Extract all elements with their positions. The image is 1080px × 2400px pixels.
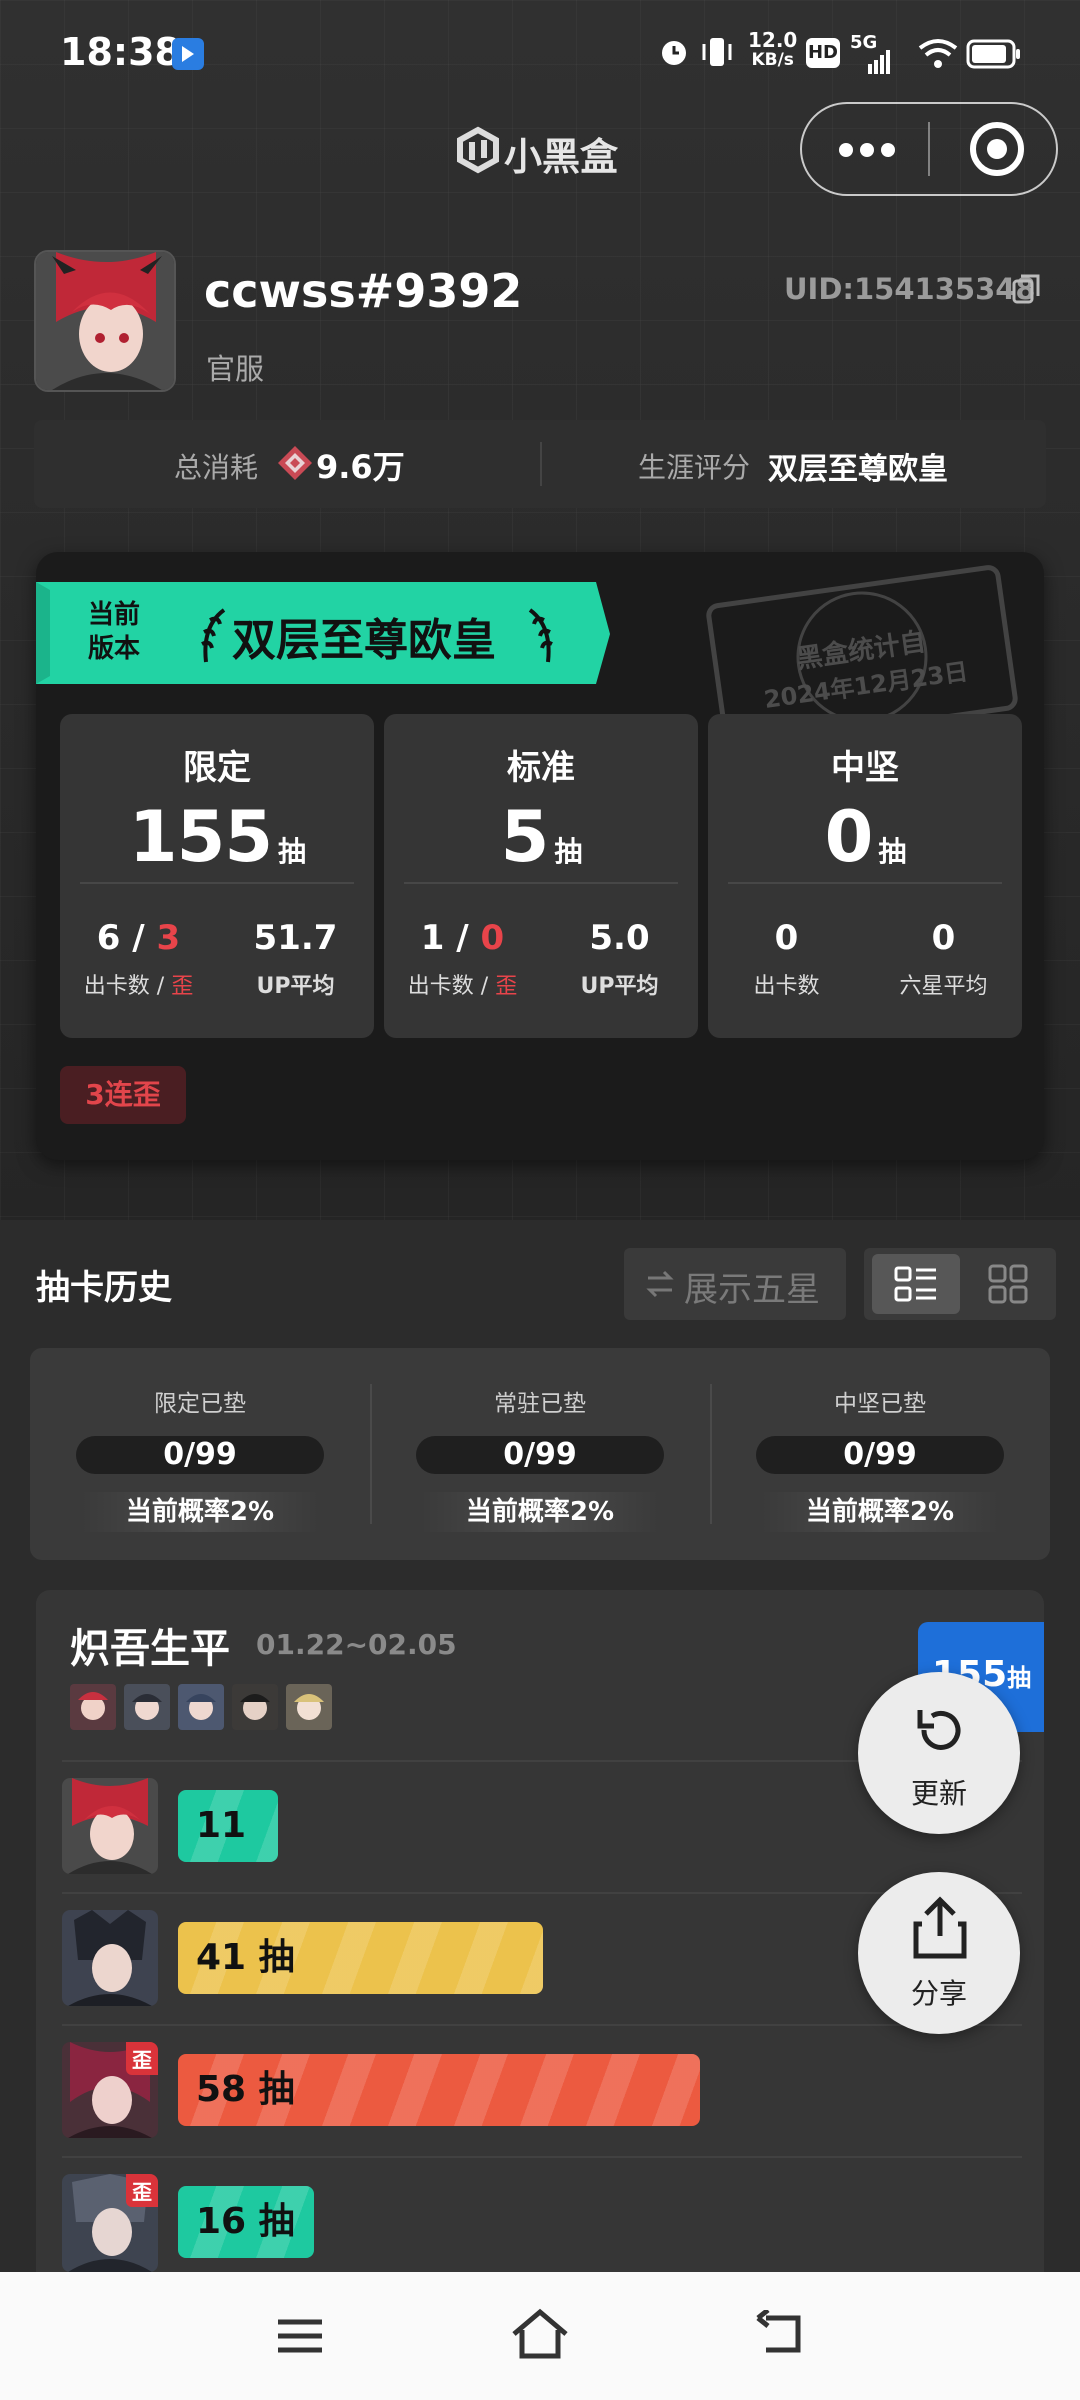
grid-view-button[interactable]: [968, 1254, 1048, 1314]
total-spend-value: 9.6万: [316, 448, 405, 486]
operator-avatar: 歪: [62, 2174, 158, 2272]
row-divider: [62, 1892, 1022, 1894]
close-target-icon[interactable]: [968, 120, 1026, 182]
wifi-icon: [918, 38, 958, 74]
status-time: 18:38: [60, 30, 181, 74]
off-banner-badge: 歪: [126, 2042, 158, 2075]
system-nav-bar: [0, 2272, 1080, 2400]
share-icon: [910, 1896, 970, 1966]
version-label: 当前 版本: [88, 600, 141, 664]
server-label: 官服: [206, 352, 265, 386]
capsule-divider: [928, 122, 930, 176]
more-icon[interactable]: [836, 132, 898, 172]
hd-badge: HD: [806, 38, 840, 68]
limited-panel: 限定 155 抽 6 / 3 出卡数 / 歪 51.7 UP平均: [60, 714, 374, 1038]
alarm-icon: [656, 34, 692, 74]
total-spend-label: 总消耗: [174, 451, 259, 484]
refresh-button[interactable]: 更新: [858, 1672, 1020, 1834]
off-banner-badge: 歪: [126, 2174, 158, 2207]
row-divider: [62, 2024, 1022, 2026]
pull-bar: 41 抽: [178, 1922, 543, 1994]
pity-divider: [710, 1384, 712, 1524]
profile-name: ccwss#9392: [204, 264, 523, 318]
pity-divider: [370, 1384, 372, 1524]
uid-label: UID:154135348: [784, 272, 1036, 306]
version-ribbon: 当前 版本 双层至尊欧皇: [36, 582, 610, 684]
pull-count: 16 抽: [196, 2201, 295, 2242]
operator-avatar: [62, 1778, 158, 1874]
midtier-panel: 中坚 0抽 0 出卡数 0 六星平均: [708, 714, 1022, 1038]
mini-program-capsule: [800, 102, 1058, 196]
share-button[interactable]: 分享: [858, 1872, 1020, 2034]
operator-avatar: 歪: [62, 2042, 158, 2138]
operator-avatar: [62, 1910, 158, 2006]
version-title: 双层至尊欧皇: [232, 615, 496, 666]
row-divider: [62, 2156, 1022, 2158]
network-speed: 12.0 KB/s: [748, 28, 798, 70]
banner-operator-thumbnails: [70, 1684, 340, 1736]
copy-icon[interactable]: [1010, 272, 1044, 310]
avatar[interactable]: [34, 250, 176, 392]
notification-app-icon: [172, 38, 204, 70]
banner-name: 炽吾生平: [70, 1626, 230, 1672]
career-rating-label: 生涯评分: [638, 451, 751, 484]
standard-count: 5: [500, 796, 550, 878]
currency-icon: [276, 444, 314, 486]
pull-bar: 16 抽: [178, 2186, 314, 2258]
pull-count: 58 抽: [196, 2069, 295, 2110]
limited-pity: 限定已垫 0/99 当前概率2%: [50, 1348, 350, 1544]
standard-pity: 常驻已垫 0/99 当前概率2%: [390, 1348, 690, 1544]
laurel-left-icon: [194, 606, 234, 670]
view-toggle: [864, 1248, 1056, 1320]
pull-count: 41 抽: [196, 1937, 295, 1978]
refresh-icon: [912, 1704, 968, 1764]
list-view-button[interactable]: [872, 1254, 960, 1314]
streak-badge: 3连歪: [60, 1066, 186, 1124]
logo-icon: [456, 126, 500, 178]
battery-icon: [966, 38, 1022, 74]
app-title: 小黑盒: [504, 135, 619, 179]
signal-icon: [850, 50, 890, 78]
swap-icon: [644, 1268, 676, 1304]
pull-bar: 11 抽: [178, 1790, 278, 1862]
pull-bar: 58 抽: [178, 2054, 700, 2126]
limited-count: 155: [128, 796, 273, 878]
standard-panel: 标准 5抽 1 / 0 出卡数 / 歪 5.0 UP平均: [384, 714, 698, 1038]
home-icon[interactable]: [510, 2308, 570, 2364]
career-rating-value: 双层至尊欧皇: [768, 452, 948, 487]
midtier-pity: 中坚已垫 0/99 当前概率2%: [730, 1348, 1030, 1544]
menu-icon[interactable]: [276, 2316, 324, 2360]
laurel-right-icon: [520, 606, 560, 670]
back-icon[interactable]: [754, 2308, 804, 2362]
midtier-count: 0: [824, 796, 874, 878]
banner-dates: 01.22~02.05: [256, 1628, 457, 1661]
show-five-star-button[interactable]: 展示五星: [624, 1248, 846, 1320]
stats-bar: 总消耗 9.6万 生涯评分 双层至尊欧皇: [34, 420, 1046, 508]
vibrate-icon: [698, 34, 736, 74]
history-title: 抽卡历史: [36, 1268, 172, 1308]
stats-divider: [540, 442, 542, 486]
